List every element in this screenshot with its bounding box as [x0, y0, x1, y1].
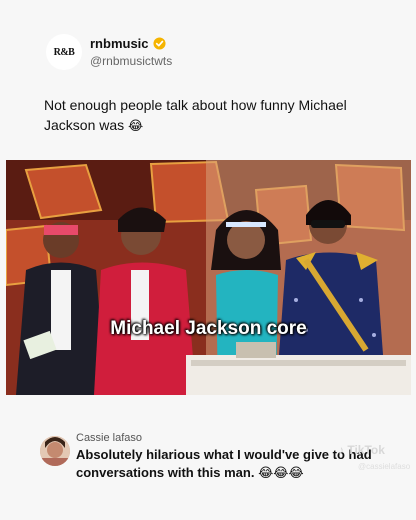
- media-caption: Michael Jackson core: [110, 318, 307, 339]
- post-media-image[interactable]: Michael Jackson core: [6, 160, 411, 395]
- watermark-handle: @cassielafaso: [358, 462, 411, 471]
- author-info: rnbmusic @rnbmusictwts: [90, 36, 172, 68]
- laughing-emoji-icon: 😂: [128, 118, 144, 133]
- watermark-brand: TikTok: [347, 443, 385, 457]
- tiktok-watermark: ♪ TikTok: [338, 443, 385, 457]
- commenter-name[interactable]: Cassie lafaso: [76, 432, 376, 444]
- comment-body: Absolutely hilarious what I would've giv…: [76, 447, 372, 480]
- user-handle[interactable]: @rnbmusictwts: [90, 54, 172, 68]
- avatar-text: R&B: [53, 46, 75, 58]
- post-header: R&B rnbmusic @rnbmusictwts: [46, 34, 172, 70]
- display-name[interactable]: rnbmusic: [90, 36, 149, 52]
- commenter-avatar-icon: [40, 436, 70, 466]
- laughing-emoji-icon: 😂😂😂: [258, 465, 304, 480]
- tiktok-logo-icon: ♪: [338, 443, 344, 457]
- media-scene: [6, 160, 411, 395]
- post-body: Not enough people talk about how funny M…: [44, 97, 347, 133]
- commenter-avatar[interactable]: [40, 436, 70, 466]
- verified-badge-icon: [152, 37, 166, 50]
- comment-text: Absolutely hilarious what I would've giv…: [76, 446, 376, 482]
- comment: Cassie lafaso Absolutely hilarious what …: [40, 432, 376, 482]
- avatar[interactable]: R&B: [46, 34, 82, 70]
- post-text: Not enough people talk about how funny M…: [44, 95, 384, 136]
